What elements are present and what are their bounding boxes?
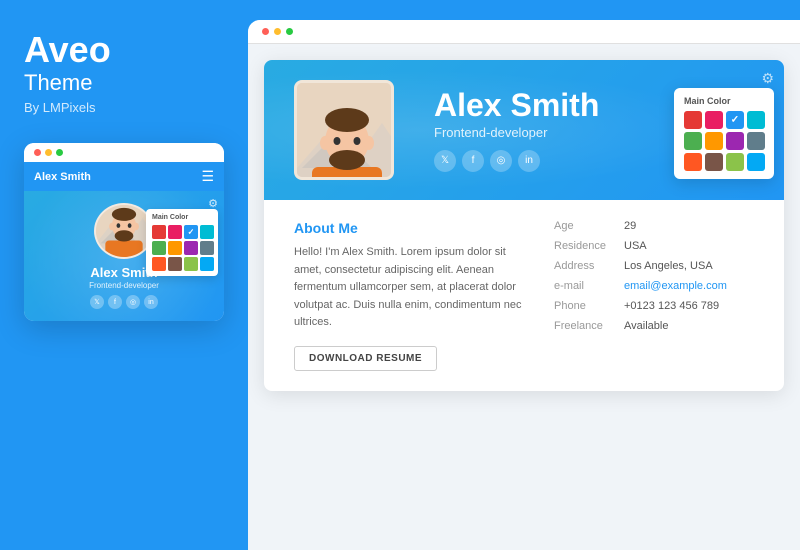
resume-color-swatch-10[interactable]: [726, 153, 744, 171]
brand-subtitle: Theme: [24, 70, 111, 96]
resume-social-facebook[interactable]: f: [462, 150, 484, 172]
resume-color-swatch-8[interactable]: [684, 153, 702, 171]
phone-color-swatch-7[interactable]: [200, 241, 214, 255]
about-text: Hello! I'm Alex Smith. Lorem ipsum dolor…: [294, 244, 524, 332]
resume-card: ⚙ Main Color: [264, 60, 784, 391]
right-panel: ⚙ Main Color: [248, 20, 800, 550]
about-title-accent: Me: [338, 220, 357, 236]
about-title-plain: About: [294, 220, 338, 236]
resume-gear-icon[interactable]: ⚙: [761, 70, 774, 87]
resume-color-swatch-11[interactable]: [747, 153, 765, 171]
info-row: Phone+0123 123 456 789: [554, 300, 754, 312]
phone-color-swatch-2[interactable]: [184, 225, 198, 239]
resume-color-swatch-1[interactable]: [705, 111, 723, 129]
brand-title: Aveo: [24, 32, 111, 68]
resume-social-twitter[interactable]: 𝕏: [434, 150, 456, 172]
resume-avatar-svg: [297, 83, 394, 180]
resume-color-swatch-0[interactable]: [684, 111, 702, 129]
dot-green: [56, 149, 63, 156]
phone-color-swatch-8[interactable]: [152, 257, 166, 271]
resume-color-swatch-6[interactable]: [726, 132, 744, 150]
browser-content: ⚙ Main Color: [248, 44, 800, 544]
download-resume-button[interactable]: DOWNLOAD RESUME: [294, 346, 437, 371]
phone-color-swatch-11[interactable]: [200, 257, 214, 271]
phone-social-facebook[interactable]: f: [108, 295, 122, 309]
phone-color-swatch-10[interactable]: [184, 257, 198, 271]
phone-mockup: Alex Smith ☰ ⚙ Main Color: [24, 143, 224, 321]
resume-color-grid: [684, 111, 764, 171]
resume-color-swatch-5[interactable]: [705, 132, 723, 150]
resume-hero: ⚙ Main Color: [264, 60, 784, 200]
phone-social: 𝕏 f ◎ in: [90, 295, 158, 309]
info-label-freelance: Freelance: [554, 320, 624, 332]
phone-color-picker: Main Color: [146, 209, 218, 276]
resume-body: About Me Hello! I'm Alex Smith. Lorem ip…: [264, 200, 784, 391]
phone-color-swatch-0[interactable]: [152, 225, 166, 239]
about-title: About Me: [294, 220, 524, 236]
browser-dot-green: [286, 28, 293, 35]
info-value-phone: +0123 123 456 789: [624, 300, 719, 312]
phone-color-swatch-1[interactable]: [168, 225, 182, 239]
phone-role: Frontend-developer: [89, 281, 159, 290]
hamburger-icon[interactable]: ☰: [201, 168, 214, 185]
info-value-e-mail[interactable]: email@example.com: [624, 280, 727, 292]
resume-color-picker-title: Main Color: [684, 96, 764, 106]
resume-color-swatch-4[interactable]: [684, 132, 702, 150]
resume-social-linkedin[interactable]: in: [518, 150, 540, 172]
brand-by: By LMPixels: [24, 100, 111, 115]
resume-color-swatch-7[interactable]: [747, 132, 765, 150]
resume-hero-info: Alex Smith Frontend-developer 𝕏 f ◎ in: [434, 89, 599, 172]
phone-color-swatch-6[interactable]: [184, 241, 198, 255]
resume-name: Alex Smith: [434, 89, 599, 121]
phone-color-swatch-9[interactable]: [168, 257, 182, 271]
resume-social: 𝕏 f ◎ in: [434, 150, 599, 172]
resume-role: Frontend-developer: [434, 125, 599, 140]
info-value-freelance: Available: [624, 320, 668, 332]
phone-color-picker-title: Main Color: [152, 214, 212, 221]
info-row: e-mailemail@example.com: [554, 280, 754, 292]
info-value-residence: USA: [624, 240, 647, 252]
browser-dot-red: [262, 28, 269, 35]
info-label-phone: Phone: [554, 300, 624, 312]
dot-red: [34, 149, 41, 156]
phone-color-grid: [152, 225, 212, 271]
browser-dot-yellow: [274, 28, 281, 35]
phone-nav: Alex Smith ☰: [24, 162, 224, 191]
phone-hero: ⚙ Main Color: [24, 191, 224, 321]
info-value-address: Los Angeles, USA: [624, 260, 713, 272]
browser-bar: [248, 20, 800, 44]
resume-color-picker: Main Color: [674, 88, 774, 179]
brand: Aveo Theme By LMPixels: [24, 32, 111, 115]
phone-color-swatch-4[interactable]: [152, 241, 166, 255]
resume-avatar: [294, 80, 394, 180]
info-label-e-mail: e-mail: [554, 280, 624, 292]
dot-yellow: [45, 149, 52, 156]
phone-social-twitter[interactable]: 𝕏: [90, 295, 104, 309]
phone-top-bar: [24, 143, 224, 162]
info-row: Age29: [554, 220, 754, 232]
phone-nav-name: Alex Smith: [34, 171, 91, 183]
info-row: AddressLos Angeles, USA: [554, 260, 754, 272]
info-value-age: 29: [624, 220, 636, 232]
info-label-age: Age: [554, 220, 624, 232]
resume-color-swatch-3[interactable]: [747, 111, 765, 129]
info-label-address: Address: [554, 260, 624, 272]
left-panel: Aveo Theme By LMPixels Alex Smith ☰ ⚙ Ma…: [0, 0, 248, 550]
info-row: ResidenceUSA: [554, 240, 754, 252]
resume-social-instagram[interactable]: ◎: [490, 150, 512, 172]
phone-avatar-svg: [96, 203, 152, 257]
info-label-residence: Residence: [554, 240, 624, 252]
info-section: Age29ResidenceUSAAddressLos Angeles, USA…: [554, 220, 754, 371]
about-section: About Me Hello! I'm Alex Smith. Lorem ip…: [294, 220, 524, 371]
phone-color-swatch-3[interactable]: [200, 225, 214, 239]
resume-color-swatch-9[interactable]: [705, 153, 723, 171]
info-row: FreelanceAvailable: [554, 320, 754, 332]
phone-avatar: [94, 203, 154, 259]
phone-color-swatch-5[interactable]: [168, 241, 182, 255]
phone-social-linkedin[interactable]: in: [144, 295, 158, 309]
phone-social-instagram[interactable]: ◎: [126, 295, 140, 309]
resume-color-swatch-2[interactable]: [726, 111, 744, 129]
